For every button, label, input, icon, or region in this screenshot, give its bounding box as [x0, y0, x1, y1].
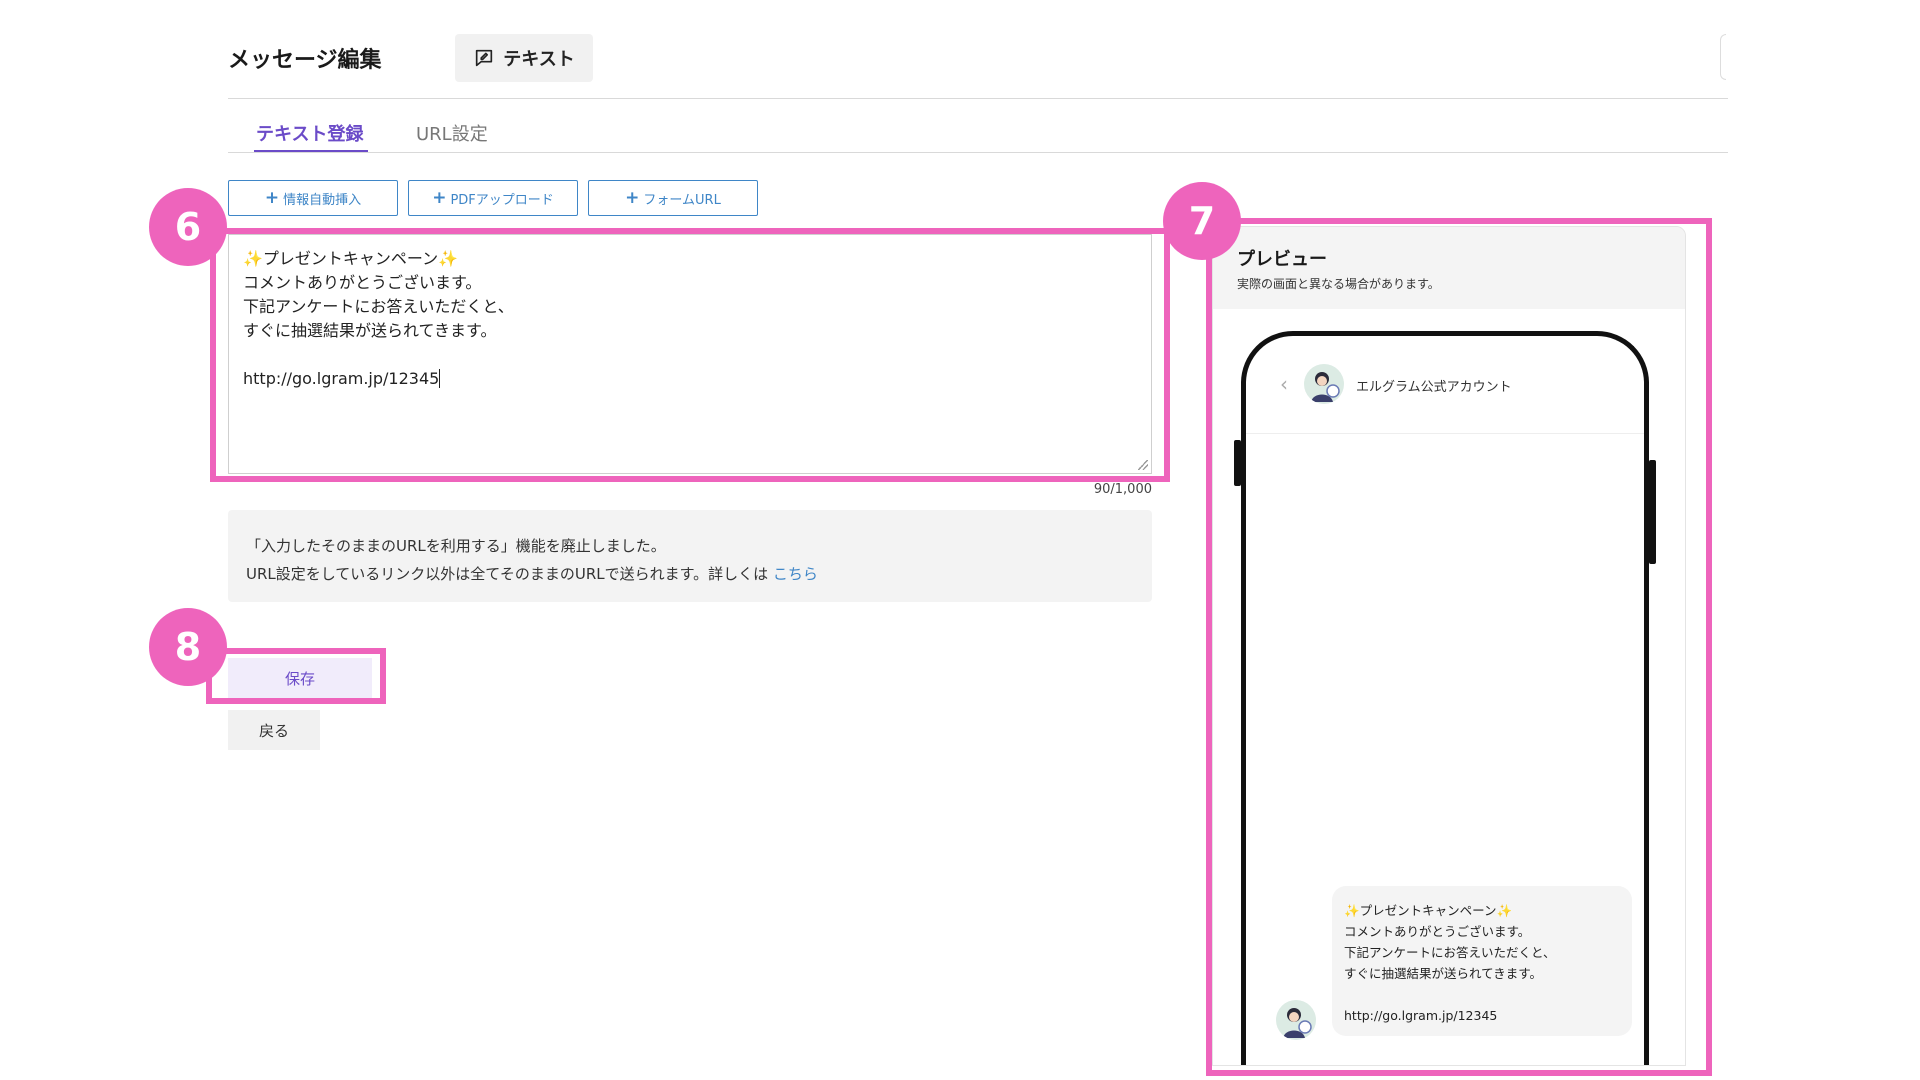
pdf-upload-label: PDFアップロード	[450, 192, 554, 208]
page-title: メッセージ編集	[228, 48, 382, 73]
form-url-button[interactable]: + フォームURL	[588, 180, 758, 216]
pdf-upload-button[interactable]: + PDFアップロード	[408, 180, 578, 216]
auto-insert-info-label: 情報自動挿入	[283, 192, 362, 208]
step-badge-8: 8	[149, 608, 227, 686]
step-badge-6: 6	[149, 188, 227, 266]
highlight-editor	[210, 228, 1170, 482]
header-right-control[interactable]	[1720, 34, 1726, 80]
back-button[interactable]: 戻る	[228, 710, 320, 750]
tab-text-register[interactable]: テキスト登録	[256, 120, 363, 146]
details-link[interactable]: こちら	[773, 565, 818, 583]
notice-text: URL設定をしているリンク以外は全てそのままのURLで送られます。詳しくは	[246, 565, 769, 583]
plus-icon: +	[264, 188, 280, 208]
chat-edit-icon	[476, 49, 493, 67]
message-type-chip: テキスト	[455, 34, 593, 82]
plus-icon: +	[432, 188, 447, 208]
message-type-label: テキスト	[503, 49, 575, 70]
step-badge-7: 7	[1163, 182, 1241, 260]
form-url-label: フォームURL	[643, 192, 721, 208]
character-count: 90/1,000	[1093, 482, 1152, 497]
highlight-preview	[1206, 218, 1712, 1076]
notice-line: 「入力したそのままのURLを利用する」機能を廃止しました。	[246, 537, 666, 555]
tabs-divider	[228, 152, 1728, 153]
url-feature-notice: 「入力したそのままのURLを利用する」機能を廃止しました。 URL設定をしている…	[228, 510, 1152, 602]
tab-url-settings[interactable]: URL設定	[416, 120, 488, 146]
header-divider	[228, 98, 1728, 99]
notice-line: URL設定をしているリンク以外は全てそのままのURLで送られます。詳しくは こち…	[246, 560, 1134, 588]
auto-insert-info-button[interactable]: + 情報自動挿入	[228, 180, 398, 216]
plus-icon: +	[625, 188, 640, 208]
highlight-save	[206, 648, 386, 704]
